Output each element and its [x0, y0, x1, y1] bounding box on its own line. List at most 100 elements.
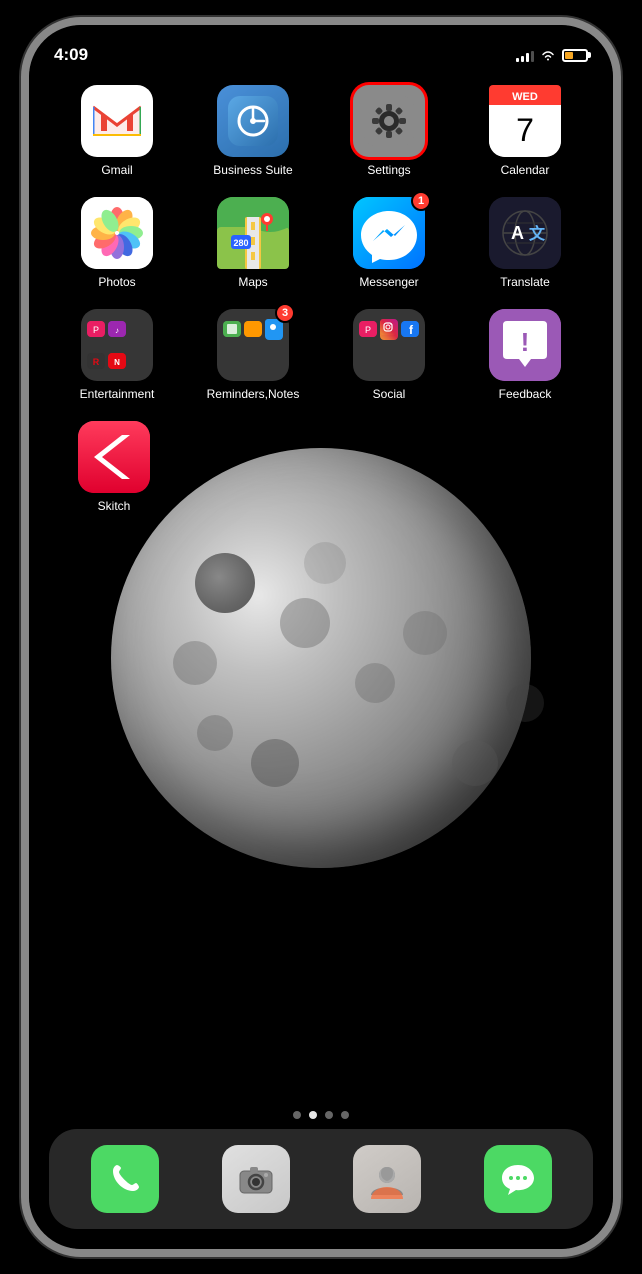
entertainment-folder-icon: P ♪ R N	[81, 309, 153, 381]
page-dot-1	[293, 1111, 301, 1119]
maps-icon: 280	[217, 197, 289, 269]
biz-svg	[228, 96, 278, 146]
dock-phone[interactable]	[91, 1145, 159, 1213]
messenger-badge: 1	[411, 191, 431, 211]
reminders-mini-1	[223, 321, 241, 337]
messages-icon	[484, 1145, 552, 1213]
reminders-mini-2	[244, 321, 262, 337]
skitch-label: Skitch	[98, 499, 131, 513]
dock	[49, 1129, 593, 1229]
app-feedback[interactable]: ! Feedback	[470, 309, 580, 401]
social-folder-icon: P f	[353, 309, 425, 381]
app-social-folder[interactable]: P f Social	[334, 309, 444, 401]
dock-messages[interactable]	[484, 1145, 552, 1213]
social-mini-1: P	[359, 321, 377, 337]
social-mini-2	[380, 319, 398, 340]
app-photos[interactable]: Photos	[62, 197, 172, 289]
folder-mini-2: ♪	[108, 321, 126, 337]
app-translate[interactable]: A 文 Translate	[470, 197, 580, 289]
calendar-label: Calendar	[501, 163, 550, 177]
settings-icon	[353, 85, 425, 157]
phone-svg	[105, 1159, 145, 1199]
photos-label: Photos	[98, 275, 135, 289]
phone-frame: 4:09	[21, 17, 621, 1257]
dock-contacts[interactable]	[353, 1145, 421, 1213]
reminders-folder-icon: 3	[217, 309, 289, 381]
translate-svg: A 文	[489, 197, 561, 269]
social-mini-3: f	[401, 321, 419, 337]
svg-text:P: P	[93, 325, 99, 335]
svg-text:WED: WED	[512, 91, 538, 103]
wifi-icon	[540, 49, 556, 62]
gmail-svg	[93, 103, 141, 139]
svg-text:P: P	[365, 325, 371, 335]
svg-text:文: 文	[529, 224, 546, 243]
contacts-svg	[367, 1159, 407, 1199]
battery-icon	[562, 49, 588, 62]
dock-camera[interactable]	[222, 1145, 290, 1213]
app-maps[interactable]: 280 Maps	[198, 197, 308, 289]
messenger-label: Messenger	[359, 275, 418, 289]
skitch-icon	[78, 421, 150, 493]
status-icons	[516, 48, 588, 62]
signal-bar-1	[516, 58, 519, 62]
camera-svg	[236, 1159, 276, 1199]
app-settings[interactable]: Settings	[334, 85, 444, 177]
feedback-svg: !	[489, 309, 561, 381]
reminders-label: Reminders,Notes	[207, 387, 300, 401]
app-row-3: P ♪ R N Entertainmen	[49, 309, 593, 401]
feedback-label: Feedback	[499, 387, 552, 401]
photos-svg	[81, 197, 153, 269]
svg-text:280: 280	[233, 238, 248, 248]
notch	[241, 25, 401, 53]
app-row-2: Photos	[49, 197, 593, 289]
signal-bar-3	[526, 53, 529, 62]
gmail-icon	[81, 85, 153, 157]
page-dots	[29, 1111, 613, 1119]
app-row-1: Gmail	[49, 85, 593, 177]
page-dot-2	[309, 1111, 317, 1119]
reminders-badge: 3	[275, 303, 295, 323]
app-entertainment-folder[interactable]: P ♪ R N Entertainmen	[62, 309, 172, 401]
app-business-suite[interactable]: Business Suite	[198, 85, 308, 177]
calendar-icon: WED 7	[489, 85, 561, 157]
contacts-icon	[353, 1145, 421, 1213]
maps-svg: 280	[217, 197, 289, 269]
calendar-svg: WED 7	[489, 85, 561, 157]
messenger-icon: 1	[353, 197, 425, 269]
translate-label: Translate	[500, 275, 550, 289]
signal-bars	[516, 48, 534, 62]
photos-icon	[81, 197, 153, 269]
mute-button[interactable]	[21, 165, 25, 205]
skitch-svg	[78, 421, 150, 493]
app-grid: Gmail	[49, 85, 593, 533]
svg-text:♪: ♪	[115, 326, 119, 335]
translate-icon: A 文	[489, 197, 561, 269]
volume-down-button[interactable]	[21, 305, 25, 370]
settings-svg	[364, 96, 414, 146]
page-dot-3	[325, 1111, 333, 1119]
svg-text:7: 7	[516, 112, 534, 148]
settings-label: Settings	[367, 163, 410, 177]
messages-svg	[498, 1159, 538, 1199]
app-calendar[interactable]: WED 7 Calendar	[470, 85, 580, 177]
page-dot-4	[341, 1111, 349, 1119]
social-label: Social	[373, 387, 406, 401]
gmail-label: Gmail	[101, 163, 132, 177]
power-button[interactable]	[617, 205, 621, 285]
svg-text:R: R	[93, 357, 100, 367]
folder-mini-1: P	[87, 321, 105, 337]
business-suite-label: Business Suite	[213, 163, 292, 177]
phone-screen: 4:09	[29, 25, 613, 1249]
volume-up-button[interactable]	[21, 225, 25, 290]
business-suite-icon	[217, 85, 289, 157]
phone-icon	[91, 1145, 159, 1213]
app-reminders-folder[interactable]: 3 Reminders,Notes	[198, 309, 308, 401]
entertainment-label: Entertainment	[80, 387, 155, 401]
app-skitch[interactable]: Skitch	[59, 421, 169, 513]
app-gmail[interactable]: Gmail	[62, 85, 172, 177]
svg-text:A: A	[511, 223, 524, 243]
signal-bar-4	[531, 51, 534, 62]
feedback-icon: !	[489, 309, 561, 381]
app-messenger[interactable]: 1 Mess	[334, 197, 444, 289]
